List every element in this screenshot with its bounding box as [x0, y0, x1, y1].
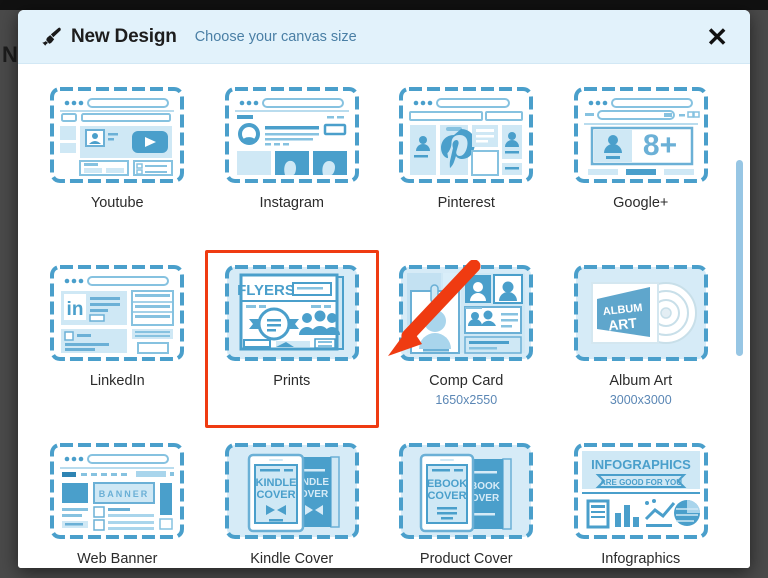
- tile-dimensions: 3000x3000: [609, 392, 672, 407]
- tile-label: Comp Card: [429, 373, 504, 389]
- canvas-tile-linkedin[interactable]: in LinkedIn: [30, 250, 205, 428]
- googleplus-thumbnail: 8+: [573, 87, 708, 183]
- tile-label: Pinterest: [437, 195, 495, 211]
- tile-label: Google+: [613, 195, 669, 211]
- svg-text:8+: 8+: [643, 129, 677, 162]
- canvas-tile-instagram[interactable]: Instagram: [205, 72, 380, 250]
- canvas-tile-product-cover[interactable]: BOOK OVER EBOOK COVER Product Cover: [379, 428, 554, 568]
- svg-text:INFOGRAPHICS: INFOGRAPHICS: [591, 457, 691, 472]
- canvas-size-grid: Youtube Instagram Pinterest 8+ Google+ i…: [18, 64, 750, 568]
- svg-text:BOOK: BOOK: [470, 481, 501, 492]
- canvas-size-list: Youtube Instagram Pinterest 8+ Google+ i…: [18, 64, 750, 568]
- tile-label: Infographics: [601, 551, 681, 567]
- tile-label: Web Banner: [77, 551, 158, 567]
- backdrop-ghost-text: N: [2, 42, 18, 67]
- paintbrush-icon: [42, 27, 61, 46]
- canvas-tile-album-art[interactable]: ALBUM ART Album Art 3000x3000: [554, 250, 729, 428]
- svg-text:EBOOK: EBOOK: [427, 478, 467, 490]
- svg-text:in: in: [67, 299, 84, 320]
- modal-header: New Design Choose your canvas size ✕: [18, 10, 750, 64]
- infographics-thumbnail: INFOGRAPHICS ARE GOOD FOR YOU: [573, 443, 708, 539]
- album-art-thumbnail: ALBUM ART: [573, 265, 708, 361]
- tile-label: Product Cover: [419, 551, 513, 567]
- svg-text:OVER: OVER: [471, 493, 500, 504]
- canvas-tile-googleplus[interactable]: 8+ Google+: [554, 72, 729, 250]
- svg-text:COVER: COVER: [256, 489, 295, 501]
- svg-text:ARE GOOD FOR YOU: ARE GOOD FOR YOU: [600, 478, 682, 487]
- vertical-scrollbar-thumb[interactable]: [736, 160, 743, 356]
- product-cover-thumbnail: BOOK OVER EBOOK COVER: [399, 443, 534, 539]
- new-design-modal: New Design Choose your canvas size ✕ You…: [18, 10, 750, 568]
- youtube-thumbnail: [50, 87, 185, 183]
- canvas-tile-comp-card[interactable]: Comp Card 1650x2550: [379, 250, 554, 428]
- canvas-tile-prints[interactable]: FLYERS Prints: [204, 250, 379, 428]
- tile-label: Instagram: [259, 195, 324, 211]
- svg-text:KINDLE: KINDLE: [255, 477, 296, 489]
- modal-subtitle: Choose your canvas size: [194, 28, 357, 45]
- kindle-cover-thumbnail: INDLE OVER KINDLE COVER: [224, 443, 359, 539]
- tile-label: Album Art: [609, 373, 673, 389]
- canvas-tile-web-banner[interactable]: BANNER Web Banner: [30, 428, 205, 568]
- tile-label: Kindle Cover: [250, 551, 334, 567]
- close-icon[interactable]: ✕: [706, 24, 728, 50]
- web-banner-thumbnail: BANNER: [50, 443, 185, 539]
- svg-text:ART: ART: [607, 315, 638, 334]
- pinterest-thumbnail: [399, 87, 534, 183]
- tile-label: Youtube: [90, 195, 144, 211]
- vertical-scrollbar-track[interactable]: [736, 64, 747, 568]
- modal-title: New Design: [71, 25, 177, 47]
- svg-text:COVER: COVER: [428, 490, 467, 502]
- prints-flyers-thumbnail: FLYERS: [224, 265, 359, 361]
- tile-dimensions: 1650x2550: [435, 392, 498, 407]
- tile-label: Prints: [273, 373, 311, 389]
- svg-text:BANNER: BANNER: [99, 489, 150, 499]
- linkedin-thumbnail: in: [50, 265, 185, 361]
- canvas-tile-youtube[interactable]: Youtube: [30, 72, 205, 250]
- instagram-thumbnail: [224, 87, 359, 183]
- svg-text:FLYERS: FLYERS: [237, 282, 295, 299]
- canvas-tile-pinterest[interactable]: Pinterest: [379, 72, 554, 250]
- canvas-tile-infographics[interactable]: INFOGRAPHICS ARE GOOD FOR YOU Infographi…: [554, 428, 729, 568]
- canvas-tile-kindle-cover[interactable]: INDLE OVER KINDLE COVER Kindle Cover 156…: [205, 428, 380, 568]
- comp-card-thumbnail: [399, 265, 534, 361]
- backdrop-top-strip: [0, 0, 768, 10]
- tile-label: LinkedIn: [89, 373, 145, 389]
